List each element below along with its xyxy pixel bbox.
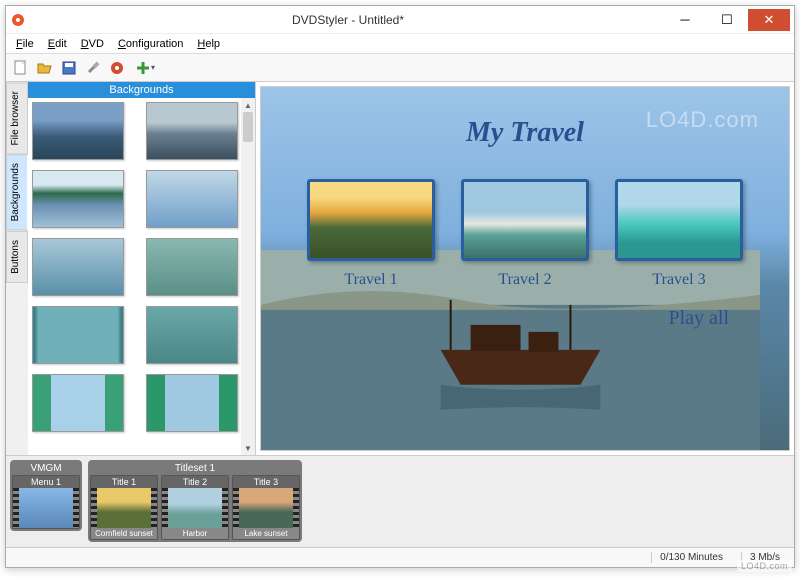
backgrounds-panel: Backgrounds ▲ ▼ [28, 82, 256, 455]
window-controls: ─ ☐ ✕ [664, 9, 790, 31]
timeline-item-thumb [91, 488, 157, 528]
menu-item[interactable]: Travel 3 [615, 179, 743, 289]
background-thumb[interactable] [32, 102, 124, 160]
main-area: File browser Backgrounds Buttons Backgro… [6, 82, 794, 455]
scroll-down-icon[interactable]: ▼ [241, 441, 255, 455]
new-button[interactable] [10, 57, 32, 79]
minimize-button[interactable]: ─ [664, 9, 706, 31]
titleset-header: Titleset 1 [171, 462, 219, 475]
titlebar: DVDStyler - Untitled* ─ ☐ ✕ [6, 6, 794, 34]
menu-item-label: Travel 2 [461, 271, 589, 289]
timeline-item[interactable]: Title 1 Cornfield sunset [90, 475, 158, 540]
play-all-button[interactable]: Play all [668, 307, 729, 330]
scroll-up-icon[interactable]: ▲ [241, 98, 255, 112]
timeline: VMGMMenu 1 Titleset 1 Title 1 Cornfield sun… [6, 455, 794, 547]
menu-item-thumb[interactable] [307, 179, 435, 261]
menu-configuration[interactable]: Configuration [112, 36, 189, 52]
maximize-button[interactable]: ☐ [706, 9, 748, 31]
timeline-item-title: Title 2 [162, 476, 228, 488]
toolbar: ▾ [6, 54, 794, 82]
window-title: DVDStyler - Untitled* [32, 13, 664, 27]
background-thumb[interactable] [146, 306, 238, 364]
save-button[interactable] [58, 57, 80, 79]
vmgm-group: VMGMMenu 1 [10, 460, 82, 531]
timeline-item[interactable]: Title 3 Lake sunset [232, 475, 300, 540]
panel-scrollbar[interactable]: ▲ ▼ [241, 98, 255, 455]
panel-body: ▲ ▼ [28, 98, 255, 455]
side-tabs: File browser Backgrounds Buttons [6, 82, 28, 455]
background-thumb[interactable] [146, 102, 238, 160]
background-thumb[interactable] [146, 374, 238, 432]
vmgm-header: VMGM [26, 462, 65, 475]
canvas-area: LO4D.com My Travel Travel 1Travel 2Trave… [256, 82, 794, 455]
background-thumb[interactable] [32, 306, 124, 364]
scroll-thumb[interactable] [243, 112, 253, 142]
background-thumb[interactable] [146, 170, 238, 228]
tab-file-browser[interactable]: File browser [6, 82, 28, 154]
statusbar: 0/130 Minutes 3 Mb/s [6, 547, 794, 567]
burn-button[interactable] [106, 57, 128, 79]
menu-help[interactable]: Help [191, 36, 226, 52]
background-thumb[interactable] [32, 170, 124, 228]
menu-item[interactable]: Travel 2 [461, 179, 589, 289]
menu-dvd[interactable]: DVD [75, 36, 110, 52]
timeline-item-thumb [162, 488, 228, 528]
close-button[interactable]: ✕ [748, 9, 790, 31]
menu-file[interactable]: File [10, 36, 40, 52]
add-button[interactable]: ▾ [130, 57, 160, 79]
menu-item-label: Travel 3 [615, 271, 743, 289]
menu-preview[interactable]: LO4D.com My Travel Travel 1Travel 2Trave… [260, 86, 790, 451]
timeline-item-title: Menu 1 [13, 476, 79, 488]
menu-items-row: Travel 1 Travel 2 Travel 3 [261, 179, 789, 289]
background-thumb[interactable] [146, 238, 238, 296]
settings-button[interactable] [82, 57, 104, 79]
menu-item-label: Travel 1 [307, 271, 435, 289]
menu-item-thumb[interactable] [461, 179, 589, 261]
menu-item[interactable]: Travel 1 [307, 179, 435, 289]
menu-edit[interactable]: Edit [42, 36, 73, 52]
timeline-item-title: Title 1 [91, 476, 157, 488]
menu-title[interactable]: My Travel [261, 117, 789, 149]
timeline-item[interactable]: Menu 1 [12, 475, 80, 529]
timeline-item-thumb [233, 488, 299, 528]
background-thumb[interactable] [32, 238, 124, 296]
tab-backgrounds[interactable]: Backgrounds [6, 154, 28, 230]
status-minutes: 0/130 Minutes [651, 552, 731, 563]
app-window: DVDStyler - Untitled* ─ ☐ ✕ File Edit DV… [5, 5, 795, 568]
timeline-item[interactable]: Title 2 Harbor [161, 475, 229, 540]
panel-header: Backgrounds [28, 82, 255, 98]
timeline-item-title: Title 3 [233, 476, 299, 488]
timeline-item-caption: Cornfield sunset [94, 528, 154, 539]
open-button[interactable] [34, 57, 56, 79]
menubar: File Edit DVD Configuration Help [6, 34, 794, 54]
app-icon [10, 12, 26, 28]
timeline-item-caption: Lake sunset [243, 528, 288, 539]
background-thumb[interactable] [32, 374, 124, 432]
timeline-item-thumb [13, 488, 79, 528]
timeline-item-caption: Harbor [182, 528, 208, 539]
tab-buttons[interactable]: Buttons [6, 231, 28, 283]
page-watermark: LO4D.com [737, 560, 792, 572]
menu-item-thumb[interactable] [615, 179, 743, 261]
titleset-group: Titleset 1 Title 1 Cornfield sunset Title 2… [88, 460, 302, 542]
